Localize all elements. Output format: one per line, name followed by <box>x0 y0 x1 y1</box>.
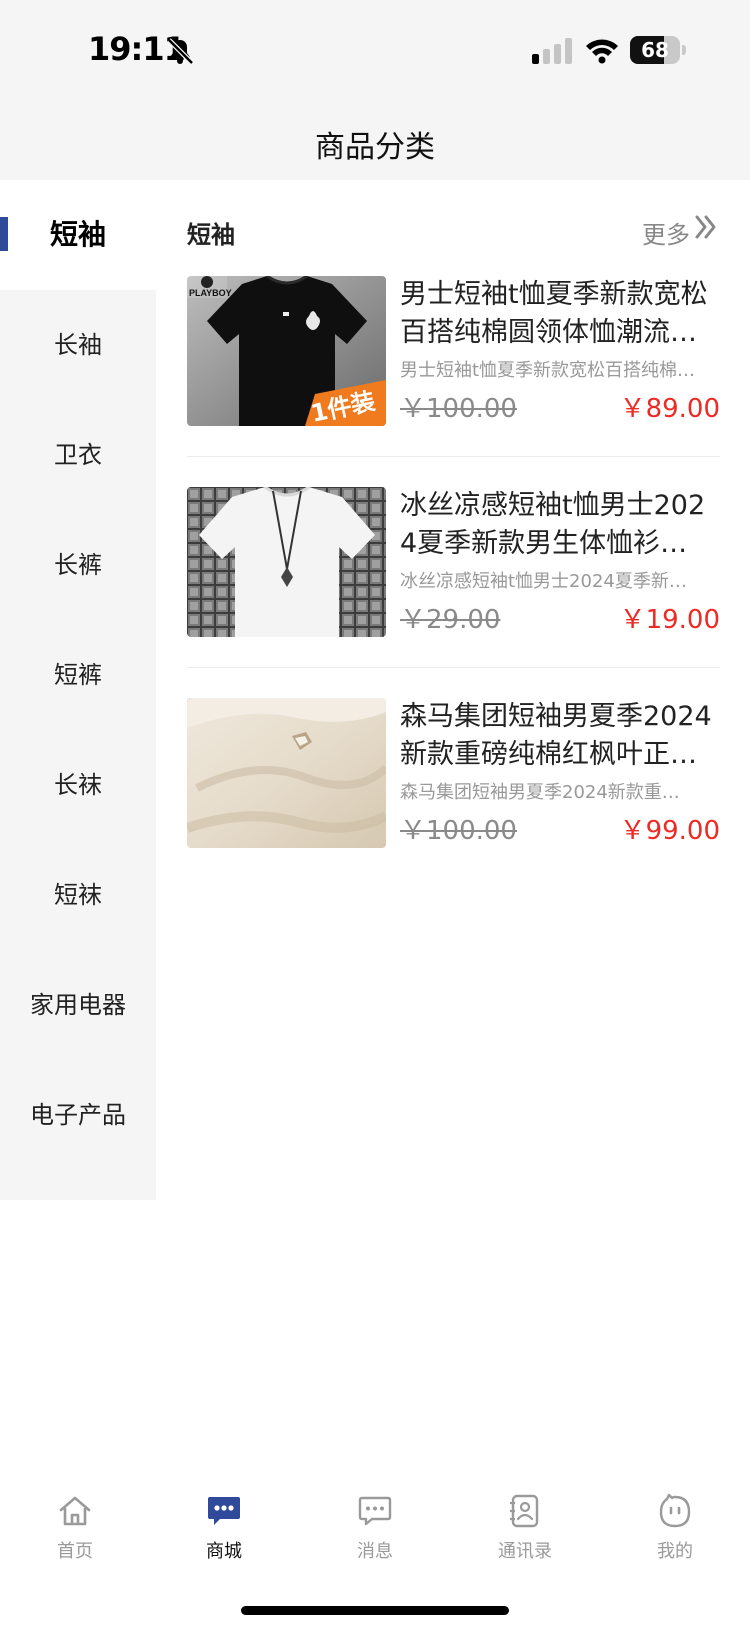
battery-percent: 68 <box>641 38 669 62</box>
active-indicator <box>0 217 8 251</box>
original-price: ￥100.00 <box>400 816 517 846</box>
bell-muted-icon <box>167 38 194 65</box>
home-icon <box>59 1496 91 1526</box>
tab-label: 商城 <box>206 1541 242 1562</box>
chat-bubble-icon <box>208 1497 240 1525</box>
cellular-signal-icon <box>532 38 572 64</box>
sidebar-item-shorts[interactable]: 短裤 <box>0 620 156 730</box>
sidebar-item-short-socks[interactable]: 短袜 <box>0 840 156 950</box>
message-icon <box>358 1496 392 1526</box>
sidebar-item-long-socks[interactable]: 长袜 <box>0 730 156 840</box>
bottom-tab-bar: 首页 商城 消息 通讯录 我的 <box>0 1475 750 1575</box>
sidebar-item-label: 短裤 <box>54 661 102 689</box>
sale-price: ￥99.00 <box>619 816 720 846</box>
navigation-bar: 商品分类 <box>0 100 750 180</box>
divider <box>187 456 720 457</box>
category-sidebar: 短袖 长袖 卫衣 长裤 短裤 长袜 短袜 家用电器 电子产品 <box>0 180 156 1200</box>
product-subtitle: 男士短袖t恤夏季新款宽松百搭纯棉… <box>400 360 696 381</box>
tab-label: 首页 <box>57 1541 93 1562</box>
sidebar-item-label: 电子产品 <box>30 1101 126 1129</box>
product-title[interactable]: 森马集团短袖男夏季2024新款重磅纯棉红枫叶正… <box>400 698 720 774</box>
contacts-icon <box>510 1494 539 1528</box>
tab-messages[interactable]: 消息 <box>315 1475 435 1575</box>
more-link[interactable]: 更多 <box>642 215 690 250</box>
sidebar-item-short-sleeve[interactable]: 短袖 <box>0 180 156 290</box>
section-title: 短袖 <box>187 221 235 249</box>
sidebar-item-label: 长裤 <box>54 551 102 579</box>
wifi-icon <box>586 39 618 64</box>
sidebar-item-label: 长袜 <box>54 771 102 799</box>
sidebar-item-electronics[interactable]: 电子产品 <box>0 1060 156 1170</box>
brand-logo-text: PLAYBOY <box>189 288 232 298</box>
tab-label: 我的 <box>657 1541 693 1562</box>
sidebar-item-hoodie[interactable]: 卫衣 <box>0 400 156 510</box>
profile-face-icon <box>659 1493 691 1528</box>
product-card[interactable]: 冰丝凉感短袖t恤男士2024夏季新款男生体恤衫… 冰丝凉感短袖t恤男士2024夏… <box>187 487 720 637</box>
tab-label: 通讯录 <box>498 1541 552 1562</box>
sale-price: ￥19.00 <box>619 605 720 635</box>
tab-home[interactable]: 首页 <box>15 1475 135 1575</box>
status-bar: 19:11 68 <box>0 0 750 100</box>
product-image[interactable] <box>187 698 386 848</box>
sidebar-item-label: 家用电器 <box>30 991 126 1019</box>
product-image[interactable]: PLAYBOY 1件装 <box>187 276 386 426</box>
sidebar-item-label: 短袜 <box>54 881 102 909</box>
sidebar-item-trousers[interactable]: 长裤 <box>0 510 156 620</box>
sidebar-item-long-sleeve[interactable]: 长袖 <box>0 290 156 400</box>
original-price: ￥100.00 <box>400 394 517 424</box>
product-card[interactable]: PLAYBOY 1件装 男士短袖t恤夏季新款宽松百搭纯棉圆领体恤潮流… 男士短袖… <box>187 276 720 426</box>
product-image[interactable] <box>187 487 386 637</box>
product-title[interactable]: 冰丝凉感短袖t恤男士2024夏季新款男生体恤衫… <box>400 487 720 563</box>
original-price: ￥29.00 <box>400 605 501 635</box>
sidebar-item-label: 卫衣 <box>54 441 102 469</box>
sale-price: ￥89.00 <box>619 394 720 424</box>
sidebar-item-label: 短袖 <box>49 218 106 251</box>
tab-mall[interactable]: 商城 <box>164 1475 284 1575</box>
tab-profile[interactable]: 我的 <box>615 1475 735 1575</box>
product-subtitle: 冰丝凉感短袖t恤男士2024夏季新… <box>400 571 687 592</box>
product-card[interactable]: 森马集团短袖男夏季2024新款重磅纯棉红枫叶正… 森马集团短袖男夏季2024新款… <box>187 698 720 848</box>
double-chevron-right-icon[interactable] <box>694 214 718 240</box>
home-indicator <box>241 1606 509 1615</box>
sidebar-item-home-appliances[interactable]: 家用电器 <box>0 950 156 1060</box>
product-title[interactable]: 男士短袖t恤夏季新款宽松百搭纯棉圆领体恤潮流… <box>400 276 720 352</box>
page-title: 商品分类 <box>315 130 435 165</box>
tab-label: 消息 <box>357 1541 393 1562</box>
tab-contacts[interactable]: 通讯录 <box>465 1475 585 1575</box>
battery-icon: 68 <box>630 36 686 64</box>
product-subtitle: 森马集团短袖男夏季2024新款重… <box>400 782 680 803</box>
sidebar-item-label: 长袖 <box>54 331 102 359</box>
divider <box>187 667 720 668</box>
